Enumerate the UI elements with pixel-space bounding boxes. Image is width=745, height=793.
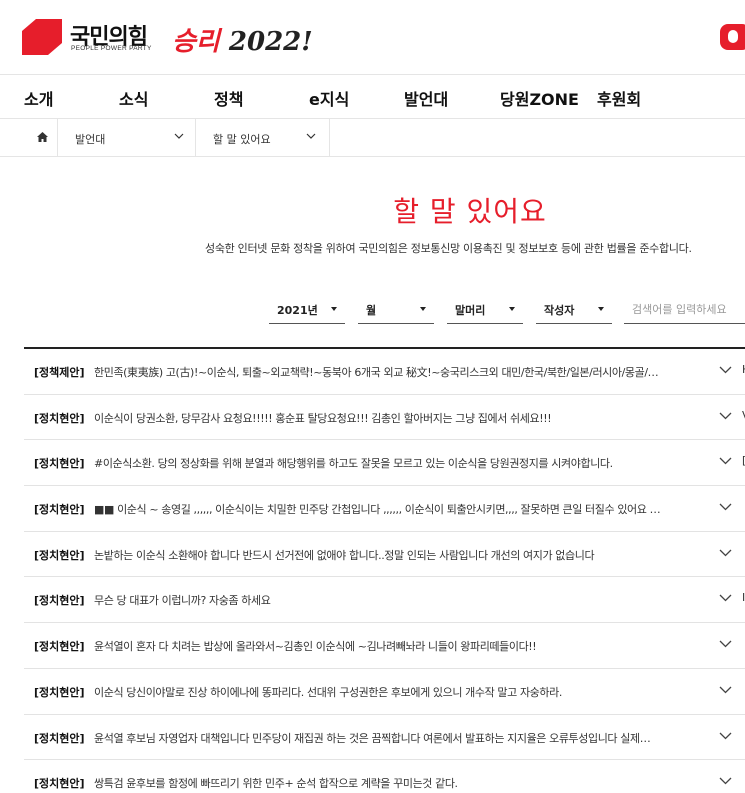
caret-down-icon <box>331 307 337 311</box>
chevron-down-icon[interactable] <box>719 594 732 602</box>
list-item[interactable]: [정치현안] 쌍특검 윤후보를 함정에 빠뜨리기 위한 민주+ 순석 합작으로 … <box>24 760 745 793</box>
chevron-down-icon[interactable] <box>719 686 732 694</box>
list-item[interactable]: [정치현안] ■■ 이순식 ~ 송영길 ,,,,,, 이순식이는 치밀한 민주당… <box>24 486 745 532</box>
chevron-down-icon[interactable] <box>719 503 732 511</box>
breadcrumb: 발언대 할 말 있어요 <box>0 119 745 157</box>
post-category: [정치현안] <box>34 731 85 745</box>
search-box <box>624 297 745 324</box>
post-title[interactable]: 논밭하는 이순식 소환해야 합니다 반드시 선거전에 없애야 합니다..정말 인… <box>94 547 704 563</box>
logo-subtitle: PEOPLE POWER PARTY <box>71 45 152 52</box>
list-item[interactable]: [정치현안] 윤석열 후보님 자영업자 대책입니다 민주당이 재집권 하는 것은… <box>24 715 745 761</box>
prefix-select-value: 말머리 <box>455 304 486 317</box>
caret-down-icon <box>598 307 604 311</box>
main-navigation: 소개 소식 정책 e지식 발언대 당원ZONE 후원회 <box>0 74 745 119</box>
caret-down-icon <box>509 307 515 311</box>
post-category: [정치현안] <box>34 594 85 608</box>
post-category: [정치현안] <box>34 457 85 471</box>
nav-item-intro[interactable]: 소개 <box>24 86 53 110</box>
post-category: [정치현안] <box>34 640 85 654</box>
list-item[interactable]: [정책제안] 한민족(東夷族) 고(古)!~이순식, 퇴출~외교책략!~동북아 … <box>24 349 745 395</box>
party-logo-icon[interactable] <box>22 19 62 55</box>
list-item[interactable]: [정치현안] 이순식이 당권소환, 당무감사 요청요!!!!! 홍순표 탈당요청… <box>24 395 745 441</box>
chevron-down-icon <box>306 133 316 139</box>
breadcrumb-level2-select[interactable]: 할 말 있어요 <box>196 119 330 156</box>
prefix-select[interactable]: 말머리 <box>447 297 523 324</box>
year-select-value: 2021년 <box>277 304 318 317</box>
post-category: [정치현안] <box>34 411 85 425</box>
nav-item-member-zone[interactable]: 당원ZONE <box>500 86 579 110</box>
list-item[interactable]: [정치현안] 이순식 당신이야말로 진상 하이에나에 똥파리다. 선대위 구성권… <box>24 669 745 715</box>
post-title[interactable]: 쌍특검 윤후보를 함정에 빠뜨리기 위한 민주+ 순석 합작으로 계략을 꾸미는… <box>94 775 704 791</box>
author-select[interactable]: 작성자 <box>536 297 612 324</box>
chevron-down-icon[interactable] <box>719 457 732 465</box>
author-select-value: 작성자 <box>544 304 575 317</box>
post-category: [정치현안] <box>34 548 85 562</box>
nav-item-news[interactable]: 소식 <box>119 86 148 110</box>
nav-item-sponsor[interactable]: 후원회 <box>597 86 641 110</box>
breadcrumb-level2-label: 할 말 있어요 <box>213 133 271 146</box>
slogan-part2: 2022! <box>219 27 313 57</box>
chevron-down-icon[interactable] <box>719 777 732 785</box>
post-title[interactable]: 한민족(東夷族) 고(古)!~이순식, 퇴출~외교책략!~동북아 6개국 외교 … <box>94 364 704 380</box>
slogan-part1: 승리 <box>172 27 220 57</box>
list-item[interactable]: [정치현안] 윤석열이 혼자 다 치려는 밥상에 올라와서~김총인 이순식에 ~… <box>24 623 745 669</box>
list-item[interactable]: [정치현안] 무슨 당 대표가 이럽니까? 자숭좀 하세요 I <box>24 577 745 624</box>
chevron-down-icon[interactable] <box>719 549 732 557</box>
year-select[interactable]: 2021년 <box>269 297 345 324</box>
chevron-down-icon[interactable] <box>719 412 732 420</box>
list-item[interactable]: [정치현안] #이순식소환. 당의 정상화를 위해 분열과 해당행위를 하고도 … <box>24 440 745 487</box>
site-header: 국민의힘 PEOPLE POWER PARTY 승리 2022! <box>0 0 745 74</box>
breadcrumb-level1-label: 발언대 <box>75 133 106 146</box>
page-title: 할 말 있어요 <box>393 195 547 228</box>
post-title[interactable]: #이순식소환. 당의 정상화를 위해 분열과 해당행위를 하고도 잘못을 모르고… <box>94 455 704 471</box>
search-input[interactable] <box>624 297 745 321</box>
caret-down-icon <box>420 307 426 311</box>
post-title[interactable]: 이순식이 당권소환, 당무감사 요청요!!!!! 홍순표 탈당요청요!!! 김총… <box>94 410 704 426</box>
nav-item-forum[interactable]: 발언대 <box>404 86 448 110</box>
post-title[interactable]: 이순식 당신이야말로 진상 하이에나에 똥파리다. 선대위 구성권한은 후보에게… <box>94 684 704 700</box>
list-item[interactable]: [정치현안] 논밭하는 이순식 소환해야 합니다 반드시 선거전에 없애야 합니… <box>24 532 745 578</box>
breadcrumb-level1-select[interactable]: 발언대 <box>58 119 196 156</box>
post-title[interactable]: 윤석열이 혼자 다 치려는 밥상에 올라와서~김총인 이순식에 ~김나려빼놔라 … <box>94 638 704 654</box>
post-title[interactable]: 윤석열 후보님 자영업자 대책입니다 민주당이 재집권 하는 것은 끔찍합니다 … <box>94 730 704 746</box>
youtube-icon[interactable] <box>720 24 745 50</box>
chevron-down-icon <box>174 133 184 139</box>
breadcrumb-home[interactable] <box>0 119 58 156</box>
post-category: [정책제안] <box>34 366 85 379</box>
slogan: 승리 2022! <box>172 21 313 58</box>
home-icon <box>37 132 48 142</box>
post-title[interactable]: ■■ 이순식 ~ 송영길 ,,,,,, 이순식이는 치밀한 민주당 간첩입니다 … <box>94 501 704 517</box>
post-list: [정책제안] 한민족(東夷族) 고(古)!~이순식, 퇴출~외교책략!~동북아 … <box>24 347 745 793</box>
chevron-down-icon[interactable] <box>719 640 732 648</box>
legal-notice: 성숙한 인터넷 문화 정착을 위하여 국민의힘은 정보통신망 이용촉진 및 정보… <box>205 242 692 255</box>
chevron-down-icon[interactable] <box>719 366 732 374</box>
post-category: [정치현안] <box>34 685 85 699</box>
month-select-value: 월 <box>366 304 377 317</box>
month-select[interactable]: 월 <box>358 297 434 324</box>
chevron-down-icon[interactable] <box>719 732 732 740</box>
nav-item-eknowledge[interactable]: e지식 <box>309 86 349 110</box>
post-category: [정치현안] <box>34 503 85 517</box>
post-title[interactable]: 무슨 당 대표가 이럽니까? 자숭좀 하세요 <box>94 592 704 608</box>
post-category: [정치현안] <box>34 777 85 791</box>
nav-item-policy[interactable]: 정책 <box>214 86 243 110</box>
